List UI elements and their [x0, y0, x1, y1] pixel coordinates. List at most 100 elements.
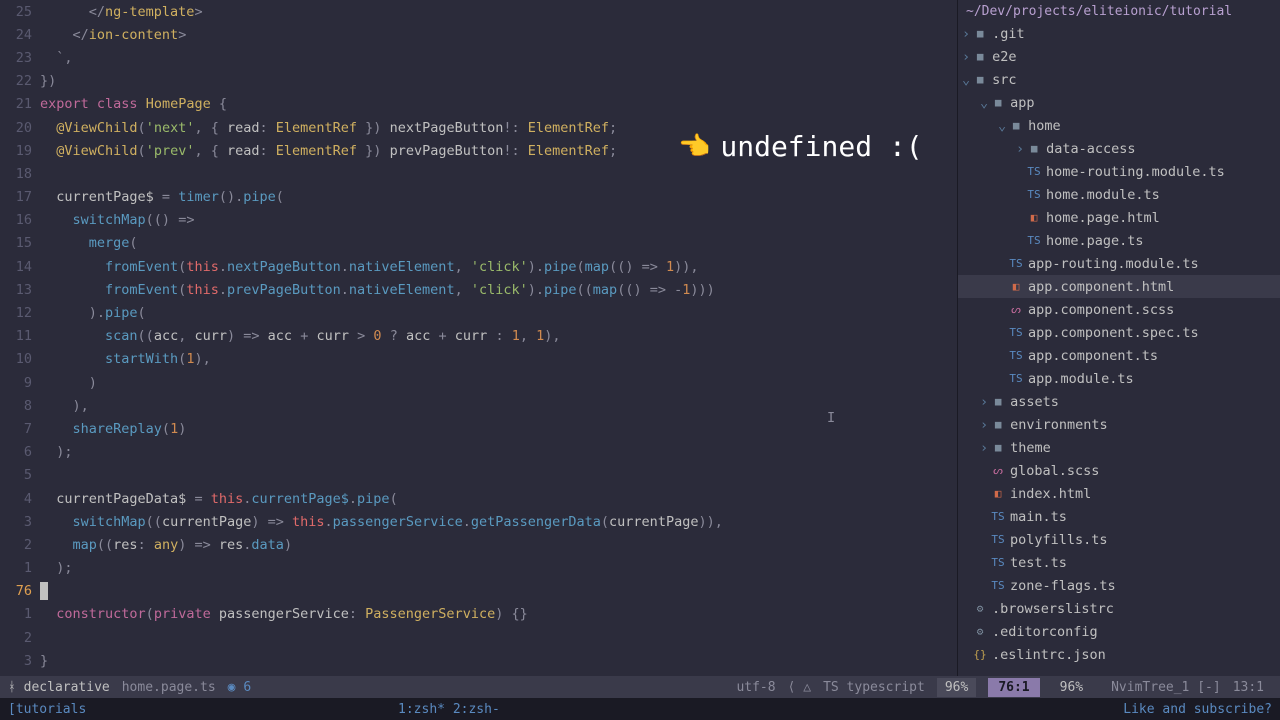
tree-file[interactable]: ◧home.page.html — [958, 206, 1280, 229]
tree-file[interactable]: ⚙.browserslistrc — [958, 597, 1280, 620]
tree-item-label: e2e — [992, 49, 1016, 65]
code-line[interactable]: 25 </ng-template> — [0, 0, 957, 23]
folder-icon: ■ — [1008, 119, 1024, 132]
tree-folder[interactable]: ⌄■src — [958, 68, 1280, 91]
tree-file[interactable]: TShome.module.ts — [958, 183, 1280, 206]
tree-file[interactable]: TSzone-flags.ts — [958, 574, 1280, 597]
status-position2: 13:1 — [1233, 680, 1272, 695]
tree-file[interactable]: TSapp.component.spec.ts — [958, 321, 1280, 344]
code-line[interactable]: 10 startWith(1), — [0, 348, 957, 371]
tree-file[interactable]: TShome-routing.module.ts — [958, 160, 1280, 183]
code-line[interactable]: 13 fromEvent(this.prevPageButton.nativeE… — [0, 278, 957, 301]
tree-item-label: app — [1010, 95, 1034, 111]
status-encoding: utf-8 — [736, 680, 775, 695]
tree-file[interactable]: TSmain.ts — [958, 505, 1280, 528]
line-number: 6 — [0, 444, 40, 460]
code-line[interactable]: 16 switchMap(() => — [0, 209, 957, 232]
tree-folder[interactable]: ›■e2e — [958, 45, 1280, 68]
code-line[interactable]: 2 — [0, 626, 957, 649]
folder-icon: ■ — [972, 50, 988, 63]
tree-folder[interactable]: ⌄■app — [958, 91, 1280, 114]
tree-item-label: .git — [992, 26, 1025, 42]
callout: 👈 undefined :( — [678, 130, 923, 163]
tree-folder[interactable]: ›■assets — [958, 390, 1280, 413]
tree-file[interactable]: TSapp.component.ts — [958, 344, 1280, 367]
folder-icon: ■ — [990, 395, 1006, 408]
line-number: 4 — [0, 491, 40, 507]
code-line[interactable]: 24 </ion-content> — [0, 23, 957, 46]
line-number: 21 — [0, 96, 40, 112]
tree-file[interactable]: TSpolyfills.ts — [958, 528, 1280, 551]
ts-icon: TS — [990, 556, 1006, 569]
ts-icon: TS — [990, 533, 1006, 546]
code-area[interactable]: 25 </ng-template>24 </ion-content>23 `,2… — [0, 0, 957, 676]
tree-item-label: test.ts — [1010, 555, 1067, 571]
line-number: 1 — [0, 606, 40, 622]
line-number: 2 — [0, 537, 40, 553]
chevron-right-icon: › — [980, 394, 988, 410]
tree-file[interactable]: ◧index.html — [958, 482, 1280, 505]
tree-folder[interactable]: ›■.git — [958, 22, 1280, 45]
code-line[interactable]: 8 ), — [0, 394, 957, 417]
chevron-right-icon: › — [980, 417, 988, 433]
code-line[interactable]: 1 constructor(private passengerService: … — [0, 603, 957, 626]
code-line[interactable]: 7 shareReplay(1) — [0, 417, 957, 440]
line-number: 24 — [0, 27, 40, 43]
code-line[interactable]: 2 map((res: any) => res.data) — [0, 533, 957, 556]
code-line[interactable]: 6 ); — [0, 441, 957, 464]
tree-file[interactable]: TSapp-routing.module.ts — [958, 252, 1280, 275]
tree-folder[interactable]: ⌄■home — [958, 114, 1280, 137]
code-line[interactable]: 21export class HomePage { — [0, 93, 957, 116]
ts-icon: TS — [1008, 326, 1024, 339]
tree-file[interactable]: TS test.ts — [958, 551, 1280, 574]
code-line[interactable]: 3} — [0, 649, 957, 672]
code-line[interactable]: 12 ).pipe( — [0, 301, 957, 324]
folder-icon: ■ — [972, 73, 988, 86]
code-line[interactable]: 18 — [0, 162, 957, 185]
tree-file[interactable]: {}.eslintrc.json — [958, 643, 1280, 666]
line-number: 10 — [0, 351, 40, 367]
tree-file[interactable]: TSapp.module.ts — [958, 367, 1280, 390]
tree-file[interactable]: TShome.page.ts — [958, 229, 1280, 252]
ts-icon: TS — [1026, 188, 1042, 201]
code-line[interactable]: 9 ) — [0, 371, 957, 394]
code-line[interactable]: 23 `, — [0, 46, 957, 69]
code-line[interactable]: 14 fromEvent(this.nextPageButton.nativeE… — [0, 255, 957, 278]
code-line[interactable]: 5 — [0, 464, 957, 487]
code-line[interactable]: 4 currentPageData$ = this.currentPage$.p… — [0, 487, 957, 510]
code-line[interactable]: 17 currentPage$ = timer().pipe( — [0, 186, 957, 209]
tree-folder[interactable]: ›■theme — [958, 436, 1280, 459]
tree-item-label: theme — [1010, 440, 1051, 456]
ts-icon: TS — [1026, 234, 1042, 247]
cursor — [40, 582, 48, 600]
tree-file[interactable]: ᔕapp.component.scss — [958, 298, 1280, 321]
status-filename: home.page.ts — [122, 680, 216, 695]
code-line[interactable]: 1 ); — [0, 557, 957, 580]
tree-item-label: zone-flags.ts — [1010, 578, 1116, 594]
code-line[interactable]: 76 — [0, 580, 957, 603]
tree-folder[interactable]: ›■environments — [958, 413, 1280, 436]
line-number: 3 — [0, 653, 40, 669]
tree-file[interactable]: ◧app.component.html — [958, 275, 1280, 298]
code-line[interactable]: 11 scan((acc, curr) => acc + curr > 0 ? … — [0, 325, 957, 348]
tree-item-label: app-routing.module.ts — [1028, 256, 1199, 272]
code-line[interactable]: 15 merge( — [0, 232, 957, 255]
filetype-icon: TS — [823, 680, 839, 695]
file-tree[interactable]: ›■.git›■e2e⌄■src⌄■app⌄■home›■data-access… — [958, 22, 1280, 676]
tree-file[interactable]: ᔕglobal.scss — [958, 459, 1280, 482]
tree-item-label: app.component.ts — [1028, 348, 1158, 364]
folder-icon: ■ — [972, 27, 988, 40]
tmux-session: [tutorials — [8, 702, 86, 717]
json-icon: {} — [972, 648, 988, 661]
tree-item-label: .browserslistrc — [992, 601, 1114, 617]
code-line[interactable]: 3 switchMap((currentPage) => this.passen… — [0, 510, 957, 533]
line-number: 1 — [0, 560, 40, 576]
tree-item-label: app.component.html — [1028, 279, 1174, 295]
statusline: ᚼ declarative home.page.ts ◉ 6 utf-8 ⟨ △… — [0, 676, 1280, 698]
ts-icon: TS — [990, 510, 1006, 523]
html-icon: ◧ — [1026, 211, 1042, 224]
tree-folder[interactable]: ›■data-access — [958, 137, 1280, 160]
tree-item-label: home — [1028, 118, 1061, 134]
code-line[interactable]: 22}) — [0, 70, 957, 93]
tree-file[interactable]: ⚙.editorconfig — [958, 620, 1280, 643]
